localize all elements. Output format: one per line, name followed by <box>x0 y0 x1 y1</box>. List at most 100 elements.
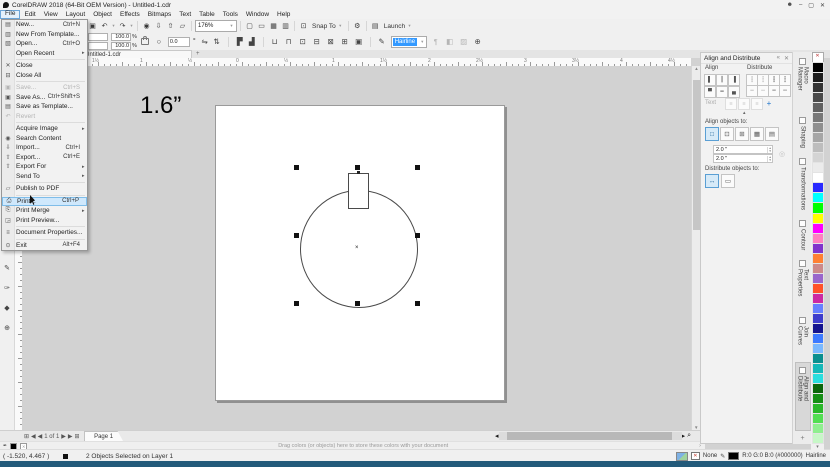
spinner-down-icon[interactable]: ▾ <box>768 159 772 162</box>
file-menu-revert[interactable]: ↶Revert <box>2 112 87 122</box>
text-baseline-first-button[interactable]: ≡ <box>725 98 737 110</box>
weld-button[interactable]: ⊔ <box>269 36 281 48</box>
align-top-button[interactable]: ▀ <box>704 86 716 98</box>
zoom-tool-icon[interactable]: ⌕ <box>685 432 691 440</box>
undo-button[interactable]: ↶ <box>99 21 110 32</box>
align-x-spinner[interactable]: 2.0 " ▴▾ <box>713 145 773 154</box>
menu-file[interactable]: File <box>0 10 20 19</box>
fill-none-icon[interactable]: ✕ <box>691 452 700 460</box>
docker-tab-contour[interactable]: Contour <box>798 216 807 254</box>
zoom-level-combo[interactable]: 176%▾ <box>195 20 237 32</box>
docker-tab-align-and-distribute[interactable]: Align and Distribute <box>795 362 811 431</box>
launch-button[interactable]: Launch▾ <box>382 23 414 30</box>
mirror-vertical-button[interactable]: ⇅ <box>211 36 223 48</box>
file-menu-search-content[interactable]: ◉Search Content <box>2 134 87 144</box>
file-menu-close-all[interactable]: ⊟Close All <box>2 71 87 81</box>
file-menu-send-to[interactable]: Send To▸ <box>2 172 87 182</box>
last-page-icon[interactable]: ▶ <box>68 433 73 440</box>
launch-icon[interactable]: ▤ <box>370 21 381 32</box>
selection-handle[interactable] <box>415 165 420 170</box>
file-menu-open-recent[interactable]: Open Recent▸ <box>2 49 87 59</box>
selection-handle[interactable] <box>294 165 299 170</box>
palette-scroll-down-icon[interactable]: ▾ <box>816 444 819 450</box>
menu-effects[interactable]: Effects <box>116 11 144 19</box>
menu-view[interactable]: View <box>40 11 62 19</box>
scale-x-field[interactable]: 100.0 <box>111 33 131 41</box>
publish-pdf-button[interactable]: ▱ <box>177 21 188 32</box>
menu-window[interactable]: Window <box>242 11 273 19</box>
fullscreen-preview-button[interactable]: ▢ <box>244 21 255 32</box>
collapse-arrow-icon[interactable]: ▴ <box>743 110 746 116</box>
show-guidelines-button[interactable]: ▥ <box>280 21 291 32</box>
object-position-x-field[interactable] <box>88 33 108 41</box>
file-menu-export-for[interactable]: ⇧Export For▸ <box>2 162 87 172</box>
file-menu-open[interactable]: ▧Open...Ctrl+O <box>2 39 87 49</box>
front-minus-back-button[interactable]: ⊠ <box>325 36 337 48</box>
export-button[interactable]: ⇧ <box>165 21 176 32</box>
next-page-icon[interactable]: ▶ <box>61 433 66 440</box>
trim-button[interactable]: ⊓ <box>283 36 295 48</box>
outline-width-label[interactable]: Hairline <box>806 453 826 459</box>
outline-color-swatch[interactable] <box>728 452 739 460</box>
docker-tab-macro-manager[interactable]: Macro Manager <box>796 54 810 111</box>
align-to-page-center-button[interactable]: ⊞ <box>735 127 749 141</box>
file-menu-save-as-template[interactable]: ▤Save as Template... <box>2 102 87 112</box>
lock-ratio-icon[interactable] <box>141 38 149 45</box>
show-rulers-button[interactable]: ▭ <box>256 21 267 32</box>
import-button[interactable]: ⇩ <box>153 21 164 32</box>
align-to-point-button[interactable]: ▤ <box>765 127 779 141</box>
file-menu-acquire-image[interactable]: Acquire Image▸ <box>2 124 87 134</box>
selection-handle[interactable] <box>355 165 360 170</box>
options-button[interactable]: ⚙ <box>352 21 363 32</box>
text-add-button[interactable]: + <box>764 98 774 108</box>
file-menu-save[interactable]: ▣Save...Ctrl+S <box>2 83 87 93</box>
scale-y-field[interactable]: 100.0 <box>111 42 131 50</box>
docker-tab-text-properties[interactable]: Text Properties <box>796 256 810 311</box>
menu-layout[interactable]: Layout <box>62 11 90 19</box>
align-y-spinner[interactable]: 2.0 " ▴▾ <box>713 154 773 163</box>
palette-color-swatch[interactable] <box>812 433 824 444</box>
back-minus-front-button[interactable]: ⊞ <box>339 36 351 48</box>
menu-tools[interactable]: Tools <box>219 11 242 19</box>
text-baseline-last-button[interactable]: ≡ <box>738 98 750 110</box>
selection-handle[interactable] <box>294 301 299 306</box>
pen-tool[interactable]: ✎ <box>1 262 13 274</box>
add-docker-tab-button[interactable]: + <box>798 433 806 444</box>
rectangle-node[interactable] <box>357 171 360 174</box>
distribute-bottom-button[interactable]: ┉ <box>779 85 791 97</box>
snap-to-button[interactable]: Snap To▾ <box>310 23 345 30</box>
simplify-button[interactable]: ⊟ <box>311 36 323 48</box>
transparency-tool[interactable]: ⊕ <box>1 322 13 334</box>
specify-point-button[interactable]: ◎ <box>777 147 787 161</box>
to-front-button[interactable]: ▛ <box>234 36 246 48</box>
docker-tab-transformations[interactable]: Transformations <box>798 154 807 214</box>
intersect-button[interactable]: ⊡ <box>297 36 309 48</box>
menu-table[interactable]: Table <box>195 11 219 19</box>
paste-button[interactable]: ▣ <box>87 21 98 32</box>
file-menu-print-preview[interactable]: ◲Print Preview... <box>2 216 87 226</box>
horizontal-scrollbar[interactable]: ◂ ▸ ⌕ <box>495 431 691 440</box>
docker-tab-shaping[interactable]: Shaping <box>798 113 807 152</box>
snap-toggle-button[interactable]: ⊡ <box>298 21 309 32</box>
chevron-down-icon[interactable]: ▾ <box>111 23 116 29</box>
create-boundary-button[interactable]: ▣ <box>353 36 365 48</box>
quick-customize-button[interactable]: ⊕ <box>472 36 484 48</box>
selection-handle[interactable] <box>415 233 420 238</box>
outline-color-label[interactable]: R:0 G:0 B:0 (#000000) <box>742 453 802 459</box>
file-menu-save-as[interactable]: ▣Save As...Ctrl+Shift+S <box>2 93 87 103</box>
file-menu-new-from-template[interactable]: ▥New From Template... <box>2 30 87 40</box>
docker-collapse-icon[interactable]: « <box>777 55 780 61</box>
search-content-button[interactable]: ◉ <box>141 21 152 32</box>
fill-dialog-button[interactable]: ▨ <box>458 36 470 48</box>
minimize-button[interactable]: – <box>799 2 802 8</box>
file-menu-document-properties[interactable]: ≡Document Properties... <box>2 228 87 238</box>
rectangle-object[interactable] <box>348 173 369 209</box>
rotation-angle-field[interactable]: 0.0 <box>168 37 190 47</box>
fill-tool[interactable]: ◆ <box>1 302 13 314</box>
mirror-horizontal-button[interactable]: ⇋ <box>199 36 211 48</box>
account-icon[interactable]: ☻ <box>787 2 793 8</box>
align-right-button[interactable]: ▐ <box>728 74 740 86</box>
artistic-media-tool[interactable]: ✑ <box>1 282 13 294</box>
file-menu-exit[interactable]: ⊙ExitAlt+F4 <box>2 241 87 251</box>
new-document-tab-button[interactable]: + <box>196 51 200 57</box>
